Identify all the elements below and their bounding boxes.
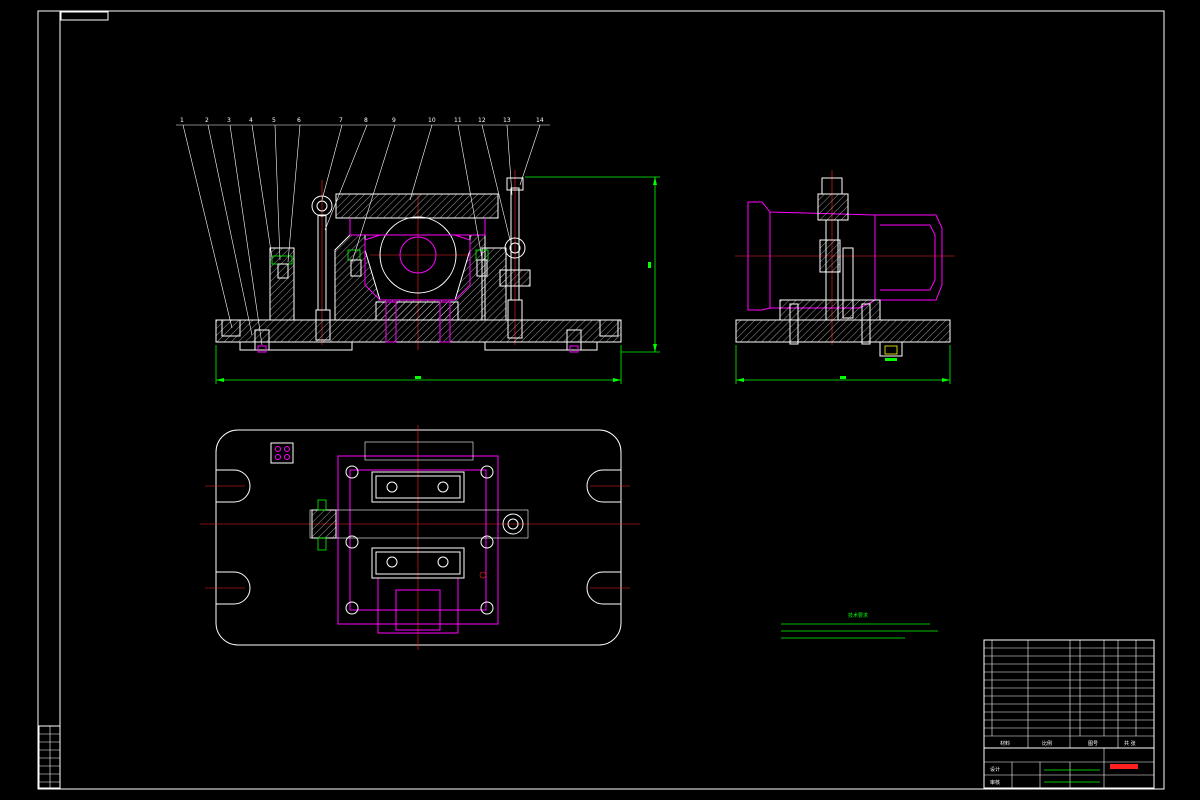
part-number-13: 13	[503, 117, 511, 124]
title-block: 材料 比例 图号 共 张 设计 审核	[983, 639, 1155, 789]
part-number-8: 8	[364, 117, 368, 124]
left-revision-strip	[38, 725, 61, 789]
part-number-12: 12	[478, 117, 486, 124]
part-number-labels: 1 2 3 4 5 6 7 8 9 10 11 12 13 14	[180, 117, 544, 124]
tech-req-title: 技术要求	[848, 612, 868, 619]
front-view	[176, 124, 622, 353]
parts-list	[984, 640, 1154, 737]
cell-check: 审核	[990, 779, 1000, 786]
side-view	[735, 170, 955, 384]
part-number-11: 11	[454, 117, 462, 124]
cad-drawing: 1 2 3 4 5 6 7 8 9 10 11 12 13 14 技术要求 材料…	[37, 10, 1165, 790]
part-number-3: 3	[227, 117, 231, 124]
cell-design: 设计	[990, 766, 1000, 773]
part-number-4: 4	[249, 117, 253, 124]
part-number-7: 7	[339, 117, 343, 124]
part-number-2: 2	[205, 117, 209, 124]
technical-requirements: 技术要求	[781, 612, 938, 639]
part-number-9: 9	[392, 117, 396, 124]
header-sheet: 共 张	[1124, 740, 1136, 747]
part-number-14: 14	[536, 117, 544, 124]
header-scale: 比例	[1042, 740, 1052, 747]
part-number-6: 6	[297, 117, 301, 124]
part-number-5: 5	[272, 117, 276, 124]
top-view	[200, 425, 640, 650]
part-number-1: 1	[180, 117, 184, 124]
header-material: 材料	[1000, 740, 1010, 747]
part-number-10: 10	[428, 117, 436, 124]
header-drawing-no: 图号	[1088, 741, 1098, 747]
